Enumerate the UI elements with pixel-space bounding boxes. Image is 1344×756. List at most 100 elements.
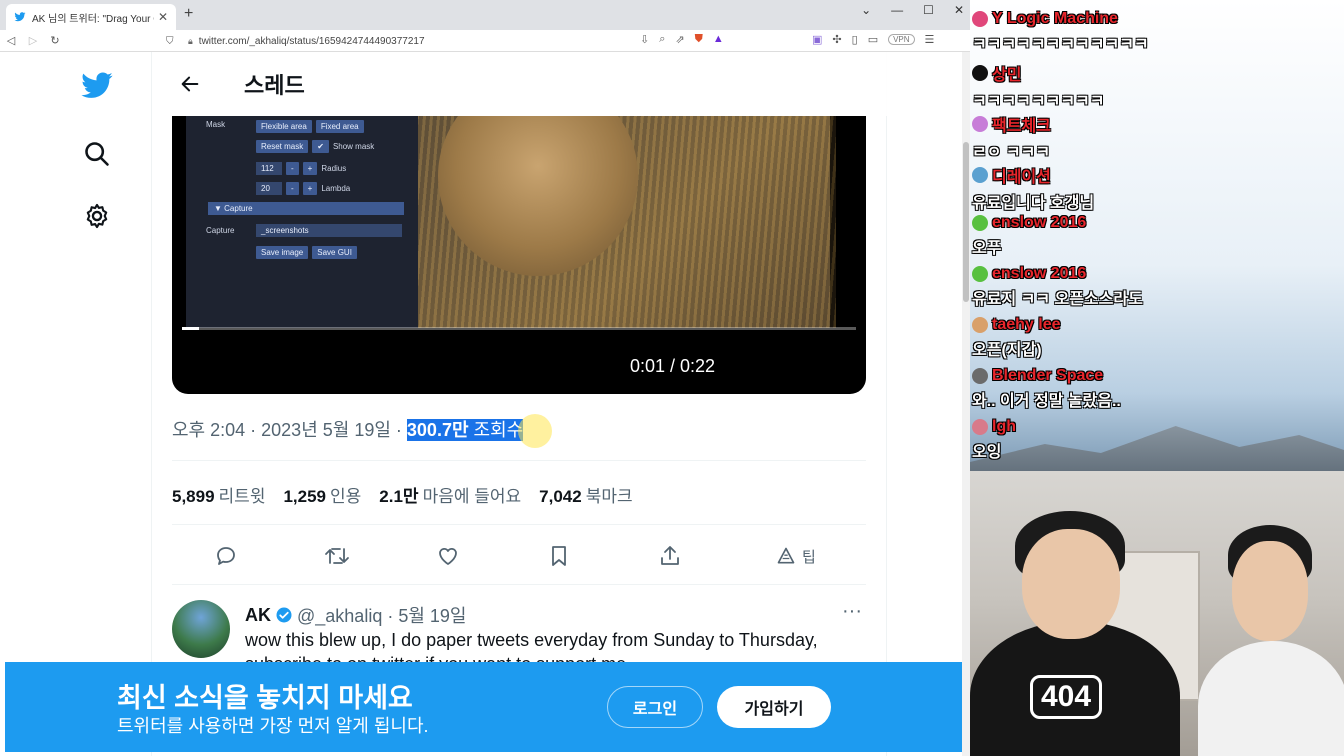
signup-button[interactable]: 가입하기 bbox=[717, 686, 831, 728]
video-progress-fill bbox=[182, 327, 199, 330]
gui-reset-mask-button: Reset mask bbox=[256, 140, 309, 153]
chat-text: 와.. 이거 정말 놀랐음.. bbox=[972, 393, 1121, 410]
reload-icon[interactable]: ↻ bbox=[44, 34, 66, 47]
chat-username-text: lgh bbox=[992, 418, 1016, 435]
zoom-icon[interactable]: ⌕ bbox=[659, 33, 665, 46]
chat-message: enslow 2016 오푸 bbox=[972, 214, 1342, 258]
gui-lambda-label: Lambda bbox=[321, 184, 351, 193]
gui-lambda-plus: + bbox=[302, 182, 318, 195]
tip-icon[interactable] bbox=[768, 538, 804, 574]
back-arrow-icon[interactable] bbox=[160, 73, 220, 95]
person-right bbox=[1198, 641, 1344, 756]
reply-author-name[interactable]: AK bbox=[245, 605, 271, 626]
forward-icon[interactable]: ▷ bbox=[22, 34, 44, 47]
tab-close-icon[interactable]: ✕ bbox=[158, 10, 168, 24]
video-player[interactable]: Mask Flexible area Fixed area Reset mask… bbox=[172, 116, 866, 394]
twitter-page: 스레드 Mask Flexible area Fixed area Reset … bbox=[5, 52, 962, 756]
chat-badge-icon bbox=[972, 116, 988, 132]
stat-retweets-label: 리트윗 bbox=[218, 487, 266, 506]
retweet-icon[interactable] bbox=[319, 538, 355, 574]
page-scrollbar[interactable] bbox=[962, 52, 970, 756]
chat-message: taehy lee 오픈(지갑) bbox=[972, 316, 1342, 360]
like-heart-icon[interactable] bbox=[430, 538, 466, 574]
chat-badge-icon bbox=[972, 215, 988, 231]
twitter-logo-icon[interactable] bbox=[75, 64, 119, 108]
address-bar[interactable]: ⛉ 🔒︎ twitter.com/_akhaliq/status/1659424… bbox=[160, 32, 635, 50]
login-button[interactable]: 로그인 bbox=[607, 686, 703, 728]
stat-bookmarks-label: 북마크 bbox=[585, 487, 633, 506]
stat-likes[interactable]: 2.1만 마음에 들어요 bbox=[379, 482, 521, 507]
gui-lambda-minus: - bbox=[286, 182, 299, 195]
gui-show-mask-label: Show mask bbox=[332, 142, 375, 151]
gui-radius-label: Radius bbox=[321, 164, 347, 173]
video-progress-bar[interactable] bbox=[182, 327, 856, 330]
lock-icon: 🔒︎ bbox=[188, 35, 193, 46]
reply-icon[interactable] bbox=[208, 538, 244, 574]
chat-username-text: 디레이션 bbox=[992, 169, 1051, 186]
stat-bookmarks[interactable]: 7,042 북마크 bbox=[539, 482, 632, 507]
views-selection[interactable]: 300.7만 조회수 bbox=[406, 419, 524, 441]
gui-save-gui-button: Save GUI bbox=[312, 246, 357, 259]
gui-radius-field: 112 bbox=[256, 162, 282, 175]
stat-retweets[interactable]: 5,899 리트윗 bbox=[172, 482, 265, 507]
stat-likes-count: 2.1만 bbox=[379, 487, 419, 506]
tab-list-icon[interactable]: ⌄ bbox=[861, 3, 871, 17]
install-icon[interactable]: ⇩ bbox=[640, 33, 649, 46]
share-icon[interactable] bbox=[652, 538, 688, 574]
gui-lambda-field: 20 bbox=[256, 182, 282, 195]
more-options-icon[interactable]: ··· bbox=[842, 600, 862, 623]
chat-message: lgh 오잉 bbox=[972, 418, 1342, 462]
gui-save-image-button: Save image bbox=[256, 246, 309, 259]
webcam-feed: 404 bbox=[970, 471, 1344, 756]
brave-shield-icon[interactable]: ⛊ bbox=[695, 33, 703, 46]
chat-username-text: 팩트체크 bbox=[992, 118, 1051, 135]
toolbar: ◁ ▷ ↻ ⛉ 🔒︎ twitter.com/_akhaliq/status/1… bbox=[0, 30, 970, 52]
tip-label[interactable]: 팁 bbox=[802, 546, 816, 567]
extensions-puzzle-icon[interactable]: ✣ bbox=[832, 33, 841, 46]
menu-icon[interactable]: ☰ bbox=[925, 33, 935, 46]
brave-rewards-icon[interactable]: ▲ bbox=[713, 33, 724, 46]
chat-username: 팩트체크 bbox=[972, 112, 1342, 136]
back-icon[interactable]: ◁ bbox=[0, 34, 22, 47]
avatar[interactable] bbox=[172, 600, 230, 658]
gui-fixed-area-button: Fixed area bbox=[315, 120, 364, 133]
chat-text: 오픈(지갑) bbox=[972, 342, 1042, 359]
mouse-cursor-highlight bbox=[518, 414, 552, 448]
chat-message: enslow 2016 유료지 ㅋㅋ 오픈소스라도 bbox=[972, 265, 1342, 309]
extension-m-icon[interactable]: ▣ bbox=[812, 33, 822, 46]
divider bbox=[172, 584, 866, 585]
sidebar-icon[interactable]: ▯ bbox=[852, 33, 858, 46]
chat-username: enslow 2016 bbox=[972, 214, 1342, 232]
close-window-icon[interactable]: ✕ bbox=[954, 3, 964, 17]
drag-gan-gui-panel: Mask Flexible area Fixed area Reset mask… bbox=[186, 116, 418, 328]
maximize-icon[interactable]: ☐ bbox=[923, 3, 934, 17]
chat-username: Y Logic Machine bbox=[972, 10, 1342, 28]
gui-radius-plus: + bbox=[302, 162, 318, 175]
tweet-stats: 5,899 리트윗 1,259 인용 2.1만 마음에 들어요 7,042 북마크 bbox=[172, 482, 633, 507]
divider bbox=[172, 460, 866, 461]
chat-badge-icon bbox=[972, 368, 988, 384]
tweet-timestamp: 오후 2:04 · 2023년 5월 19일 · bbox=[172, 420, 407, 440]
bookmark-icon[interactable] bbox=[541, 538, 577, 574]
wallet-icon[interactable]: ▭ bbox=[868, 33, 878, 46]
chat-badge-icon bbox=[972, 65, 988, 81]
chat-message: 상민 ㅋㅋㅋㅋㅋㅋㅋㅋㅋ bbox=[972, 61, 1342, 111]
chat-text: ㄹㅇ ㅋㅋㅋ bbox=[972, 144, 1051, 161]
chat-message: Blender Space 와.. 이거 정말 놀랐음.. bbox=[972, 367, 1342, 411]
person-right-face bbox=[1232, 541, 1308, 641]
views-count: 300.7만 bbox=[406, 420, 469, 440]
minimize-icon[interactable]: — bbox=[891, 3, 903, 17]
stat-quotes[interactable]: 1,259 인용 bbox=[283, 482, 361, 507]
signup-banner: 최신 소식을 놓치지 마세요 트위터를 사용하면 가장 먼저 알게 됩니다. 로… bbox=[5, 662, 962, 752]
bookmark-icon[interactable]: ⛉ bbox=[166, 36, 174, 47]
share-icon[interactable]: ⇗ bbox=[675, 33, 684, 46]
vpn-button[interactable]: VPN bbox=[888, 34, 915, 45]
thread-header: 스레드 bbox=[152, 52, 888, 116]
search-icon[interactable] bbox=[75, 132, 119, 176]
new-tab-button[interactable]: + bbox=[184, 5, 193, 23]
scrollbar-thumb[interactable] bbox=[963, 142, 969, 302]
browser-tab[interactable]: AK 님의 트위터: "Drag Your GAN ✕ bbox=[6, 4, 176, 30]
settings-gear-icon[interactable] bbox=[75, 194, 119, 238]
chat-username-text: enslow 2016 bbox=[992, 214, 1087, 231]
reply-handle-date[interactable]: @_akhaliq · 5월 19일 bbox=[297, 602, 466, 628]
